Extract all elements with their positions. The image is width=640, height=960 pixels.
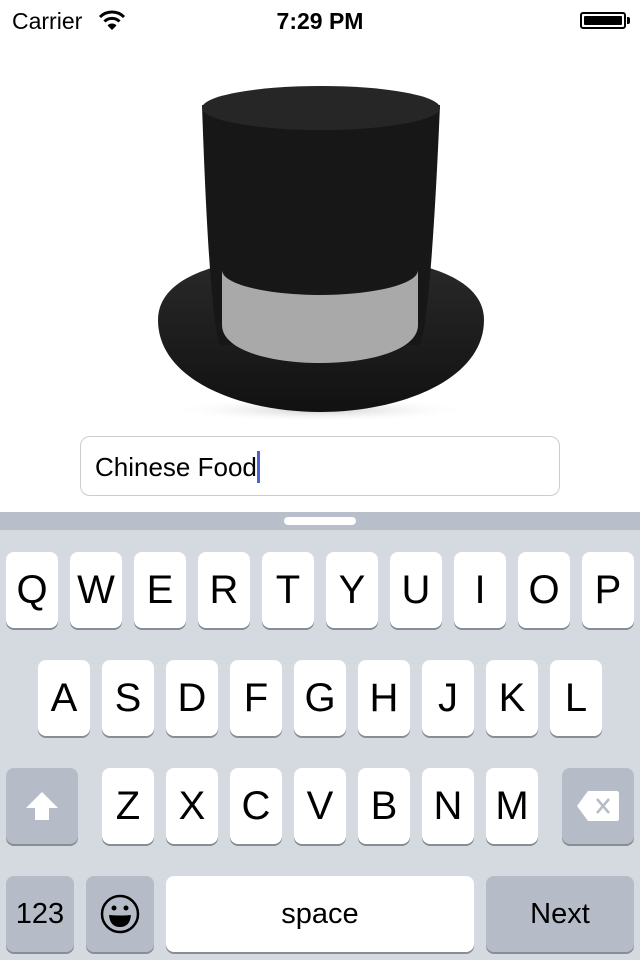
key-o[interactable]: O bbox=[518, 552, 570, 628]
key-g[interactable]: G bbox=[294, 660, 346, 736]
keyboard: QWERTYUIOP ASDFGHJKL ZXCVBNM 123 space N… bbox=[0, 512, 640, 960]
shift-icon bbox=[26, 792, 58, 820]
keyboard-top-bar bbox=[0, 512, 640, 530]
top-hat-image bbox=[158, 86, 484, 420]
key-h[interactable]: H bbox=[358, 660, 410, 736]
next-key[interactable]: Next bbox=[486, 876, 634, 952]
emoji-key[interactable] bbox=[86, 876, 154, 952]
key-v[interactable]: V bbox=[294, 768, 346, 844]
key-p[interactable]: P bbox=[582, 552, 634, 628]
key-f[interactable]: F bbox=[230, 660, 282, 736]
key-y[interactable]: Y bbox=[326, 552, 378, 628]
key-k[interactable]: K bbox=[486, 660, 538, 736]
delete-key[interactable] bbox=[562, 768, 634, 844]
numbers-key[interactable]: 123 bbox=[6, 876, 74, 952]
key-d[interactable]: D bbox=[166, 660, 218, 736]
key-b[interactable]: B bbox=[358, 768, 410, 844]
key-s[interactable]: S bbox=[102, 660, 154, 736]
key-a[interactable]: A bbox=[38, 660, 90, 736]
text-input[interactable]: Chinese Food bbox=[80, 436, 560, 496]
key-u[interactable]: U bbox=[390, 552, 442, 628]
key-z[interactable]: Z bbox=[102, 768, 154, 844]
text-caret bbox=[256, 451, 260, 483]
battery-icon bbox=[580, 12, 626, 29]
clock: 7:29 PM bbox=[276, 8, 364, 34]
key-x[interactable]: X bbox=[166, 768, 218, 844]
delete-icon bbox=[577, 791, 619, 821]
shift-key[interactable] bbox=[6, 768, 78, 844]
key-e[interactable]: E bbox=[134, 552, 186, 628]
keyboard-handle[interactable] bbox=[284, 517, 356, 525]
key-j[interactable]: J bbox=[422, 660, 474, 736]
key-w[interactable]: W bbox=[70, 552, 122, 628]
battery-tip bbox=[627, 17, 630, 24]
key-m[interactable]: M bbox=[486, 768, 538, 844]
key-n[interactable]: N bbox=[422, 768, 474, 844]
text-input-value: Chinese Food bbox=[95, 451, 257, 482]
key-c[interactable]: C bbox=[230, 768, 282, 844]
key-t[interactable]: T bbox=[262, 552, 314, 628]
key-i[interactable]: I bbox=[454, 552, 506, 628]
emoji-icon bbox=[100, 894, 140, 934]
key-l[interactable]: L bbox=[550, 660, 602, 736]
key-r[interactable]: R bbox=[198, 552, 250, 628]
space-key[interactable]: space bbox=[166, 876, 474, 952]
status-bar: Carrier 7:29 PM bbox=[0, 0, 640, 40]
key-q[interactable]: Q bbox=[6, 552, 58, 628]
